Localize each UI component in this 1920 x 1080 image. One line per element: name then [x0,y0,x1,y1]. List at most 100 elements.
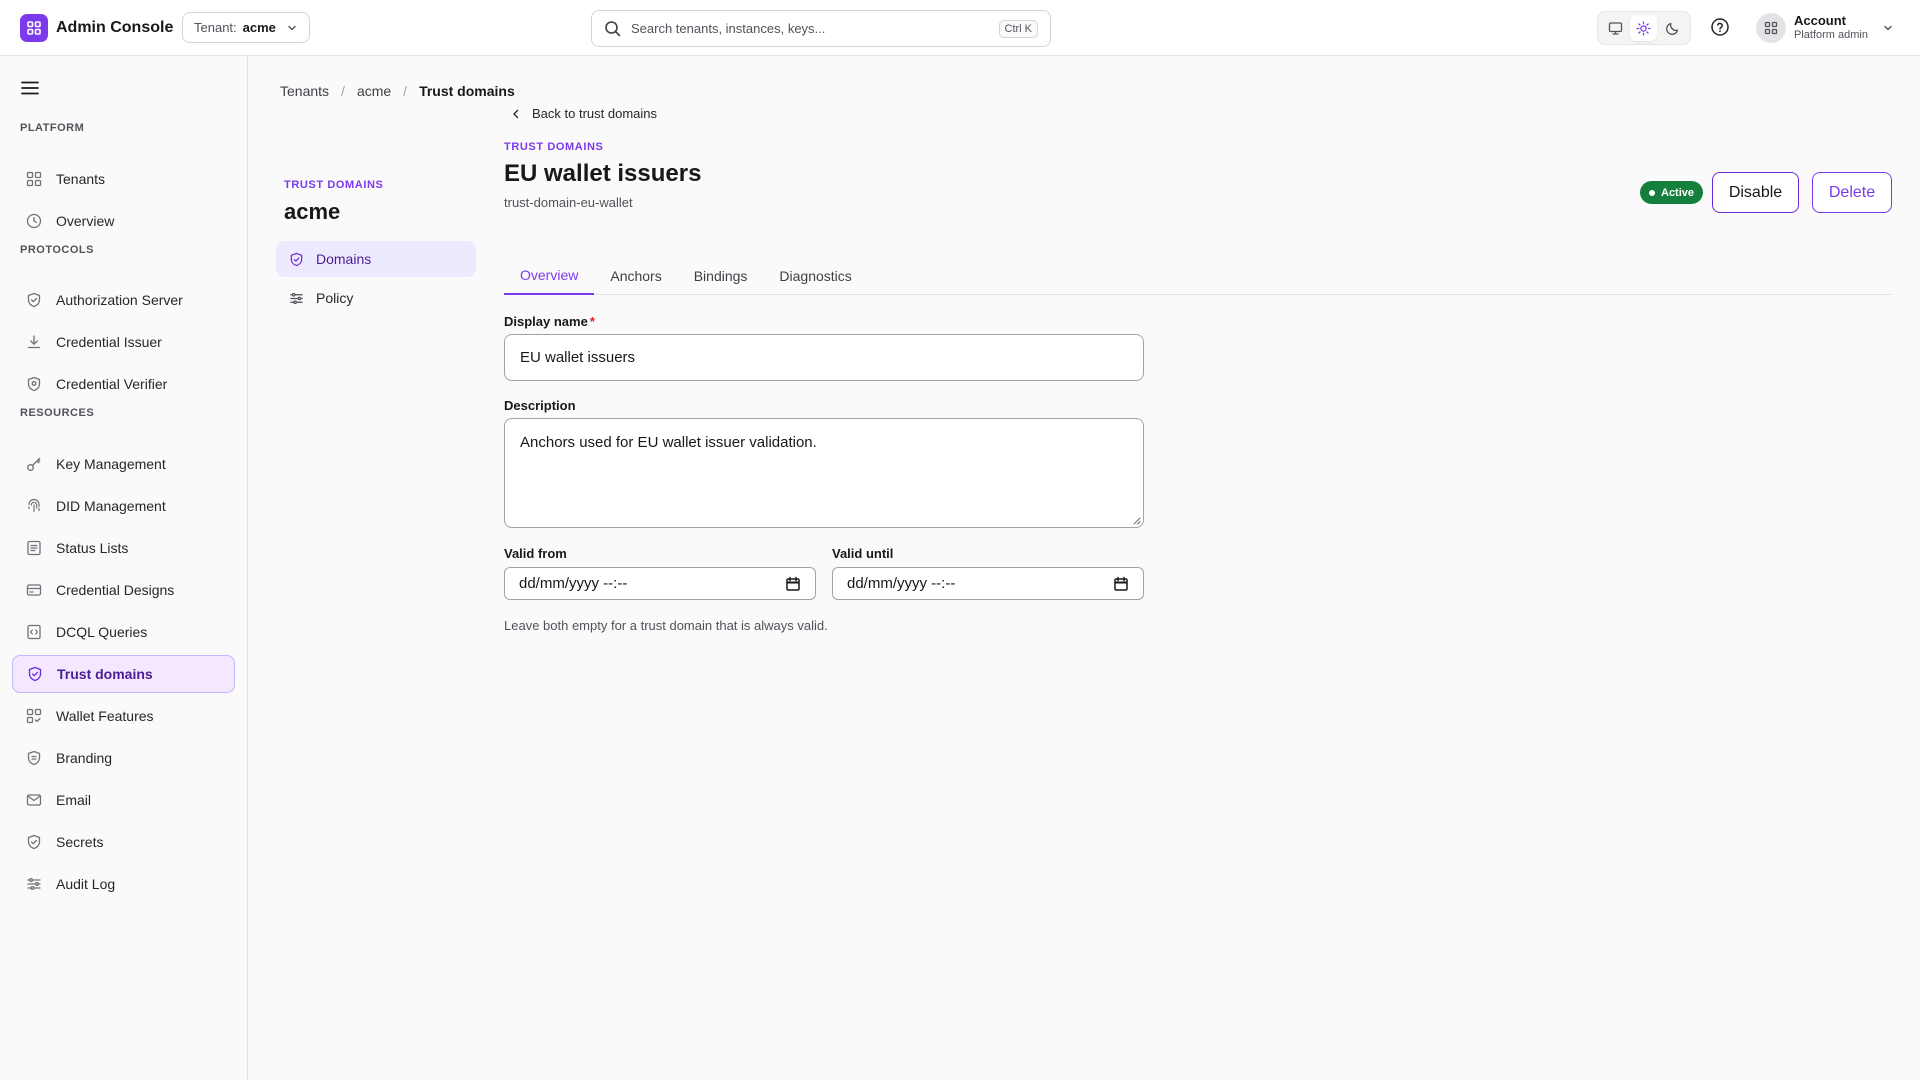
global-search-input[interactable]: Search tenants, instances, keys... Ctrl … [591,10,1051,47]
sidebar-section-protocols: PROTOCOLS [20,244,94,256]
key-icon [26,456,42,472]
calendar-icon[interactable] [1113,576,1129,592]
subnav-item-policy[interactable]: Policy [276,280,476,316]
status-badge: Active [1640,181,1704,204]
page-eyebrow: TRUST DOMAINS [504,141,604,153]
help-button[interactable] [1710,17,1730,37]
valid-until-value: dd/mm/yyyy --:-- [847,575,956,592]
sidebar: PLATFORM Tenants Overview PROTOCOLS Auth… [0,56,248,1080]
subnav-item-domains[interactable]: Domains [276,241,476,277]
badge-icon [26,750,42,766]
disable-button[interactable]: Disable [1712,172,1799,213]
sidebar-item-label: Credential Issuer [56,334,162,350]
monitor-icon [1608,21,1623,36]
display-name-field[interactable]: EU wallet issuers [504,334,1144,381]
tenant-selector-label: Tenant: [194,20,237,35]
app-logo-icon [20,14,48,42]
theme-light-button[interactable] [1630,15,1658,41]
sidebar-item-label: DID Management [56,498,166,514]
sidebar-item-wallet-features[interactable]: Wallet Features [12,697,235,735]
description-label: Description [504,398,576,413]
sidebar-item-label: Overview [56,213,115,229]
sidebar-item-label: Secrets [56,834,104,850]
top-header: Admin Console Tenant: acme Search tenant… [0,0,1920,56]
description-value: Anchors used for EU wallet issuer valida… [520,434,817,451]
sun-icon [1636,20,1652,36]
chevron-down-icon [286,22,298,34]
sidebar-item-overview[interactable]: Overview [12,202,235,240]
sidebar-item-label: DCQL Queries [56,624,148,640]
valid-until-label: Valid until [832,546,894,561]
sidebar-item-status-lists[interactable]: Status Lists [12,529,235,567]
brand[interactable]: Admin Console [20,14,173,42]
page-title: EU wallet issuers [504,160,702,187]
valid-from-value: dd/mm/yyyy --:-- [519,575,628,592]
sidebar-item-authorization-server[interactable]: Authorization Server [12,281,235,319]
theme-system-button[interactable] [1602,15,1629,41]
sidebar-item-dcql-queries[interactable]: DCQL Queries [12,613,235,651]
tenant-selector[interactable]: Tenant: acme [182,12,310,43]
back-link-label: Back to trust domains [532,106,657,121]
theme-switcher [1597,11,1691,45]
sidebar-item-secrets[interactable]: Secrets [12,823,235,861]
tab-bar: Overview Anchors Bindings Diagnostics [504,256,1892,295]
sidebar-item-label: Branding [56,750,113,766]
account-menu[interactable]: Account Platform admin [1756,13,1894,43]
resize-grip-icon[interactable] [1131,515,1141,525]
sidebar-item-key-management[interactable]: Key Management [12,445,235,483]
valid-from-field[interactable]: dd/mm/yyyy --:-- [504,567,816,600]
shield-check-icon [27,666,43,682]
sidebar-item-credential-issuer[interactable]: Credential Issuer [12,323,235,361]
subnav-item-label: Domains [316,251,372,267]
avatar [1756,13,1786,43]
sidebar-item-did-management[interactable]: DID Management [12,487,235,525]
sidebar-section-resources: RESOURCES [20,407,95,419]
sidebar-item-label: Credential Verifier [56,376,168,392]
sliders-icon [26,876,42,892]
secondary-nav-title: acme [284,199,341,224]
subnav-item-label: Policy [316,290,354,306]
sidebar-item-label: Audit Log [56,876,116,892]
display-name-value: EU wallet issuers [520,349,636,366]
sidebar-item-label: Trust domains [57,666,153,682]
sidebar-item-trust-domains[interactable]: Trust domains [12,655,235,693]
sidebar-section-platform: PLATFORM [20,122,85,134]
display-name-label: Display name * [504,314,595,329]
tab-bindings[interactable]: Bindings [678,256,764,295]
breadcrumb-tenants[interactable]: Tenants [280,83,329,99]
mail-icon [26,792,42,808]
menu-toggle-button[interactable] [20,78,40,98]
breadcrumb-separator: / [403,83,408,99]
sliders-icon [289,291,304,306]
breadcrumb-acme[interactable]: acme [357,83,391,99]
moon-icon [1665,21,1680,36]
download-icon [26,334,42,350]
account-role: Platform admin [1794,29,1868,42]
search-shortcut-hint: Ctrl K [998,19,1038,38]
sidebar-item-audit-log[interactable]: Audit Log [12,865,235,903]
tab-diagnostics[interactable]: Diagnostics [763,256,867,295]
sidebar-item-label: Wallet Features [56,708,154,724]
status-badge-label: Active [1661,186,1695,199]
sidebar-item-tenants[interactable]: Tenants [12,160,235,198]
back-link[interactable]: Back to trust domains [510,106,657,121]
sidebar-item-email[interactable]: Email [12,781,235,819]
theme-dark-button[interactable] [1659,15,1686,41]
valid-from-label: Valid from [504,546,567,561]
valid-until-field[interactable]: dd/mm/yyyy --:-- [832,567,1144,600]
tab-anchors[interactable]: Anchors [594,256,677,295]
shield-check-icon [26,834,42,850]
delete-button[interactable]: Delete [1812,172,1892,213]
breadcrumb: Tenants / acme / Trust domains [280,83,515,99]
tab-overview[interactable]: Overview [504,256,595,295]
description-field[interactable]: Anchors used for EU wallet issuer valida… [504,418,1144,528]
sidebar-item-credential-verifier[interactable]: Credential Verifier [12,365,235,403]
grid-icon [26,171,42,187]
card-icon [26,582,42,598]
sidebar-item-credential-designs[interactable]: Credential Designs [12,571,235,609]
sidebar-item-branding[interactable]: Branding [12,739,235,777]
grid-check-icon [26,708,42,724]
clock-icon [26,213,42,229]
shield-check-icon [26,376,42,392]
calendar-icon[interactable] [785,576,801,592]
